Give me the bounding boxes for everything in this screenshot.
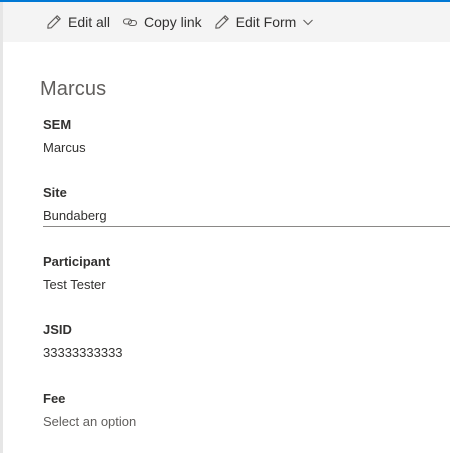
edit-all-button[interactable]: Edit all <box>42 2 116 42</box>
field-label: Site <box>43 185 67 200</box>
chevron-down-icon <box>302 14 314 30</box>
field-label: Participant <box>43 254 111 269</box>
field-label: JSID <box>43 322 72 337</box>
form-panel: Marcus SEM Marcus Site Bundaberg Partici… <box>3 42 450 453</box>
field-fee[interactable]: Fee Select an option <box>43 390 450 432</box>
edit-form-label: Edit Form <box>235 14 297 30</box>
form-window: Edit all Copy link Edit Form Marcus SEM … <box>0 0 450 453</box>
site-input[interactable]: Bundaberg <box>43 206 450 227</box>
field-value[interactable]: Marcus <box>43 138 450 158</box>
item-title: Marcus <box>40 78 107 100</box>
field-participant[interactable]: Participant Test Tester <box>43 253 450 295</box>
edit-form-button[interactable]: Edit Form <box>208 2 321 42</box>
copy-link-button[interactable]: Copy link <box>116 2 208 42</box>
field-sem[interactable]: SEM Marcus <box>43 116 450 158</box>
field-label: SEM <box>43 117 72 132</box>
field-jsid[interactable]: JSID 33333333333 <box>43 321 450 363</box>
fee-select[interactable]: Select an option <box>43 412 450 432</box>
copy-link-label: Copy link <box>144 14 202 30</box>
edit-all-label: Edit all <box>68 14 111 30</box>
link-icon <box>122 14 138 30</box>
pencil-icon <box>46 14 62 30</box>
field-label: Fee <box>43 391 66 406</box>
field-site[interactable]: Site Bundaberg <box>43 184 450 227</box>
field-value[interactable]: Test Tester <box>43 275 450 295</box>
command-bar: Edit all Copy link Edit Form <box>3 2 450 42</box>
pencil-icon <box>214 14 230 30</box>
field-value[interactable]: 33333333333 <box>43 343 450 363</box>
